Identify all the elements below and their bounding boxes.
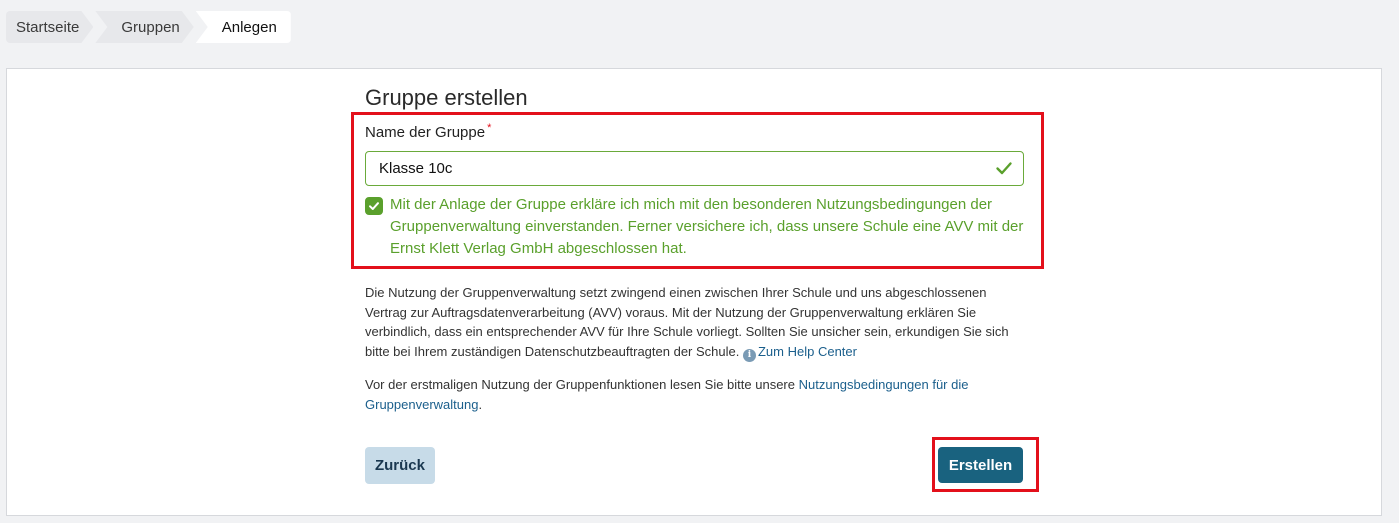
consent-text[interactable]: Mit der Anlage der Gruppe erkläre ich mi… bbox=[390, 194, 1025, 260]
breadcrumb-item-startseite[interactable]: Startseite bbox=[6, 11, 93, 43]
group-name-field bbox=[365, 151, 1024, 186]
avv-info-text: Die Nutzung der Gruppenverwaltung setzt … bbox=[365, 283, 1025, 362]
required-marker: * bbox=[487, 122, 492, 134]
page-title: Gruppe erstellen bbox=[365, 85, 528, 110]
terms-text-after: . bbox=[478, 396, 483, 412]
group-name-label-text: Name der Gruppe bbox=[365, 124, 486, 141]
back-button[interactable]: Zurück bbox=[365, 447, 435, 484]
group-name-label: Name der Gruppe * bbox=[365, 122, 491, 141]
avv-info-body: Die Nutzung der Gruppenverwaltung setzt … bbox=[365, 285, 1009, 359]
breadcrumb: Startseite Gruppen Anlegen bbox=[6, 11, 293, 43]
breadcrumb-item-anlegen: Anlegen bbox=[195, 11, 291, 43]
breadcrumb-item-gruppen[interactable]: Gruppen bbox=[95, 11, 193, 43]
create-button[interactable]: Erstellen bbox=[938, 447, 1023, 483]
checkmark-icon bbox=[369, 202, 379, 210]
main-card: Gruppe erstellen Name der Gruppe* Mit de… bbox=[6, 68, 1382, 516]
info-icon: i bbox=[742, 348, 756, 362]
help-center-link[interactable]: Zum Help Center bbox=[758, 344, 857, 359]
consent-row: Mit der Anlage der Gruppe erkläre ich mi… bbox=[365, 194, 1025, 260]
group-name-input[interactable] bbox=[366, 152, 1023, 185]
consent-checkbox[interactable] bbox=[365, 197, 383, 215]
terms-text-before: Vor der erstmaligen Nutzung der Gruppenf… bbox=[365, 377, 799, 392]
check-icon bbox=[995, 159, 1013, 177]
terms-text: Vor der erstmaligen Nutzung der Gruppenf… bbox=[365, 375, 1025, 414]
